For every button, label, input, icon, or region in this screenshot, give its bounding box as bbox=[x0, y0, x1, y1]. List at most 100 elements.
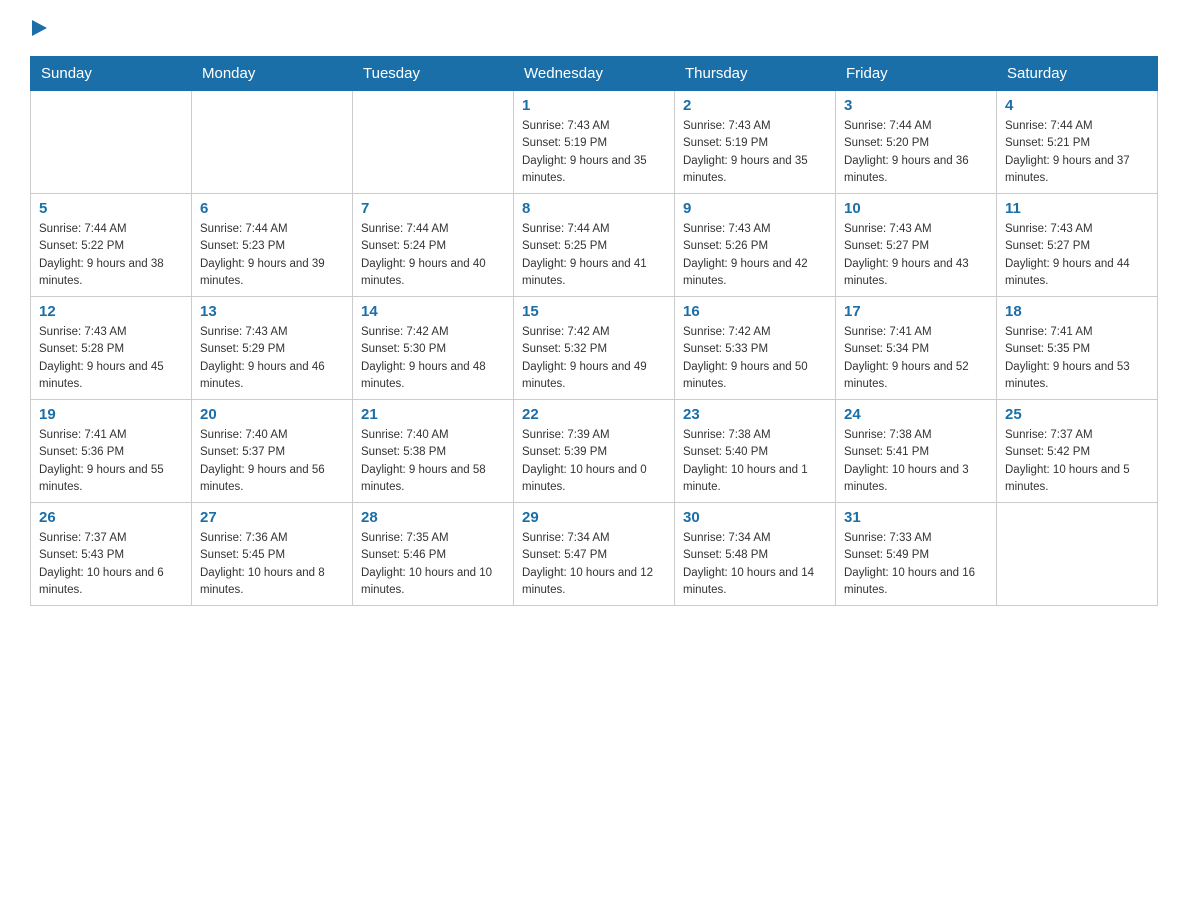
calendar-cell bbox=[353, 91, 514, 194]
calendar-cell: 31 Sunrise: 7:33 AMSunset: 5:49 PMDayligh… bbox=[836, 503, 997, 606]
day-info: Sunrise: 7:43 AMSunset: 5:27 PMDaylight:… bbox=[844, 221, 988, 290]
day-info: Sunrise: 7:36 AMSunset: 5:45 PMDaylight:… bbox=[200, 530, 344, 599]
day-number: 7 bbox=[361, 200, 505, 217]
day-number: 10 bbox=[844, 200, 988, 217]
day-number: 27 bbox=[200, 509, 344, 526]
day-info: Sunrise: 7:35 AMSunset: 5:46 PMDaylight:… bbox=[361, 530, 505, 599]
calendar-cell: 7 Sunrise: 7:44 AMSunset: 5:24 PMDaylight… bbox=[353, 194, 514, 297]
day-info: Sunrise: 7:43 AMSunset: 5:19 PMDaylight:… bbox=[522, 118, 666, 187]
weekday-header-sunday: Sunday bbox=[31, 57, 192, 91]
calendar-cell: 27 Sunrise: 7:36 AMSunset: 5:45 PMDayligh… bbox=[192, 503, 353, 606]
calendar-week-5: 26 Sunrise: 7:37 AMSunset: 5:43 PMDayligh… bbox=[31, 503, 1158, 606]
day-number: 24 bbox=[844, 406, 988, 423]
day-info: Sunrise: 7:34 AMSunset: 5:48 PMDaylight:… bbox=[683, 530, 827, 599]
day-info: Sunrise: 7:37 AMSunset: 5:43 PMDaylight:… bbox=[39, 530, 183, 599]
day-info: Sunrise: 7:43 AMSunset: 5:28 PMDaylight:… bbox=[39, 324, 183, 393]
calendar-cell: 6 Sunrise: 7:44 AMSunset: 5:23 PMDaylight… bbox=[192, 194, 353, 297]
day-number: 26 bbox=[39, 509, 183, 526]
calendar-cell: 1 Sunrise: 7:43 AMSunset: 5:19 PMDaylight… bbox=[514, 91, 675, 194]
day-number: 17 bbox=[844, 303, 988, 320]
day-number: 29 bbox=[522, 509, 666, 526]
day-info: Sunrise: 7:41 AMSunset: 5:35 PMDaylight:… bbox=[1005, 324, 1149, 393]
calendar-cell: 11 Sunrise: 7:43 AMSunset: 5:27 PMDayligh… bbox=[997, 194, 1158, 297]
weekday-header-thursday: Thursday bbox=[675, 57, 836, 91]
weekday-header-wednesday: Wednesday bbox=[514, 57, 675, 91]
day-number: 12 bbox=[39, 303, 183, 320]
day-info: Sunrise: 7:43 AMSunset: 5:29 PMDaylight:… bbox=[200, 324, 344, 393]
day-number: 14 bbox=[361, 303, 505, 320]
calendar-cell bbox=[31, 91, 192, 194]
logo-flag-icon bbox=[32, 20, 47, 36]
calendar-week-2: 5 Sunrise: 7:44 AMSunset: 5:22 PMDaylight… bbox=[31, 194, 1158, 297]
calendar-cell: 28 Sunrise: 7:35 AMSunset: 5:46 PMDayligh… bbox=[353, 503, 514, 606]
page-header bbox=[30, 20, 1158, 36]
calendar-cell bbox=[192, 91, 353, 194]
day-number: 11 bbox=[1005, 200, 1149, 217]
calendar-week-1: 1 Sunrise: 7:43 AMSunset: 5:19 PMDaylight… bbox=[31, 91, 1158, 194]
day-number: 8 bbox=[522, 200, 666, 217]
calendar-cell: 21Sunrise: 7:40 AMSunset: 5:38 PMDayligh… bbox=[353, 400, 514, 503]
day-number: 3 bbox=[844, 97, 988, 114]
day-info: Sunrise: 7:44 AMSunset: 5:24 PMDaylight:… bbox=[361, 221, 505, 290]
day-number: 28 bbox=[361, 509, 505, 526]
weekday-header-friday: Friday bbox=[836, 57, 997, 91]
logo bbox=[30, 20, 49, 36]
calendar-week-3: 12 Sunrise: 7:43 AMSunset: 5:28 PMDayligh… bbox=[31, 297, 1158, 400]
calendar-cell: 16Sunrise: 7:42 AMSunset: 5:33 PMDayligh… bbox=[675, 297, 836, 400]
day-info: Sunrise: 7:44 AMSunset: 5:22 PMDaylight:… bbox=[39, 221, 183, 290]
day-info: Sunrise: 7:43 AMSunset: 5:27 PMDaylight:… bbox=[1005, 221, 1149, 290]
calendar-cell: 10 Sunrise: 7:43 AMSunset: 5:27 PMDayligh… bbox=[836, 194, 997, 297]
day-number: 19 bbox=[39, 406, 183, 423]
weekday-header-monday: Monday bbox=[192, 57, 353, 91]
day-number: 4 bbox=[1005, 97, 1149, 114]
day-info: Sunrise: 7:38 AMSunset: 5:40 PMDaylight:… bbox=[683, 427, 827, 496]
day-number: 25 bbox=[1005, 406, 1149, 423]
day-number: 31 bbox=[844, 509, 988, 526]
day-info: Sunrise: 7:41 AMSunset: 5:36 PMDaylight:… bbox=[39, 427, 183, 496]
day-info: Sunrise: 7:40 AMSunset: 5:37 PMDaylight:… bbox=[200, 427, 344, 496]
calendar-cell: 30Sunrise: 7:34 AMSunset: 5:48 PMDayligh… bbox=[675, 503, 836, 606]
weekday-header-row: SundayMondayTuesdayWednesdayThursdayFrid… bbox=[31, 57, 1158, 91]
day-number: 2 bbox=[683, 97, 827, 114]
day-info: Sunrise: 7:34 AMSunset: 5:47 PMDaylight:… bbox=[522, 530, 666, 599]
calendar-cell: 26 Sunrise: 7:37 AMSunset: 5:43 PMDayligh… bbox=[31, 503, 192, 606]
calendar-cell: 23 Sunrise: 7:38 AMSunset: 5:40 PMDayligh… bbox=[675, 400, 836, 503]
calendar-cell: 22Sunrise: 7:39 AMSunset: 5:39 PMDayligh… bbox=[514, 400, 675, 503]
day-number: 18 bbox=[1005, 303, 1149, 320]
day-info: Sunrise: 7:44 AMSunset: 5:21 PMDaylight:… bbox=[1005, 118, 1149, 187]
calendar-cell: 19 Sunrise: 7:41 AMSunset: 5:36 PMDayligh… bbox=[31, 400, 192, 503]
calendar-cell bbox=[997, 503, 1158, 606]
day-info: Sunrise: 7:40 AMSunset: 5:38 PMDaylight:… bbox=[361, 427, 505, 496]
calendar-cell: 12 Sunrise: 7:43 AMSunset: 5:28 PMDayligh… bbox=[31, 297, 192, 400]
day-info: Sunrise: 7:43 AMSunset: 5:26 PMDaylight:… bbox=[683, 221, 827, 290]
day-info: Sunrise: 7:42 AMSunset: 5:30 PMDaylight:… bbox=[361, 324, 505, 393]
weekday-header-saturday: Saturday bbox=[997, 57, 1158, 91]
day-info: Sunrise: 7:39 AMSunset: 5:39 PMDaylight:… bbox=[522, 427, 666, 496]
calendar-cell: 25 Sunrise: 7:37 AMSunset: 5:42 PMDayligh… bbox=[997, 400, 1158, 503]
calendar-cell: 14 Sunrise: 7:42 AMSunset: 5:30 PMDayligh… bbox=[353, 297, 514, 400]
calendar-table: SundayMondayTuesdayWednesdayThursdayFrid… bbox=[30, 56, 1158, 606]
calendar-week-4: 19 Sunrise: 7:41 AMSunset: 5:36 PMDayligh… bbox=[31, 400, 1158, 503]
day-number: 1 bbox=[522, 97, 666, 114]
day-info: Sunrise: 7:44 AMSunset: 5:25 PMDaylight:… bbox=[522, 221, 666, 290]
day-info: Sunrise: 7:42 AMSunset: 5:32 PMDaylight:… bbox=[522, 324, 666, 393]
day-number: 20 bbox=[200, 406, 344, 423]
calendar-cell: 18 Sunrise: 7:41 AMSunset: 5:35 PMDayligh… bbox=[997, 297, 1158, 400]
day-number: 6 bbox=[200, 200, 344, 217]
day-info: Sunrise: 7:38 AMSunset: 5:41 PMDaylight:… bbox=[844, 427, 988, 496]
weekday-header-tuesday: Tuesday bbox=[353, 57, 514, 91]
day-info: Sunrise: 7:44 AMSunset: 5:20 PMDaylight:… bbox=[844, 118, 988, 187]
calendar-cell: 2 Sunrise: 7:43 AMSunset: 5:19 PMDaylight… bbox=[675, 91, 836, 194]
day-number: 5 bbox=[39, 200, 183, 217]
calendar-cell: 4 Sunrise: 7:44 AMSunset: 5:21 PMDaylight… bbox=[997, 91, 1158, 194]
day-info: Sunrise: 7:37 AMSunset: 5:42 PMDaylight:… bbox=[1005, 427, 1149, 496]
day-number: 9 bbox=[683, 200, 827, 217]
day-info: Sunrise: 7:33 AMSunset: 5:49 PMDaylight:… bbox=[844, 530, 988, 599]
calendar-cell: 3 Sunrise: 7:44 AMSunset: 5:20 PMDaylight… bbox=[836, 91, 997, 194]
day-info: Sunrise: 7:43 AMSunset: 5:19 PMDaylight:… bbox=[683, 118, 827, 187]
calendar-cell: 9 Sunrise: 7:43 AMSunset: 5:26 PMDaylight… bbox=[675, 194, 836, 297]
calendar-cell: 5 Sunrise: 7:44 AMSunset: 5:22 PMDaylight… bbox=[31, 194, 192, 297]
day-number: 23 bbox=[683, 406, 827, 423]
day-info: Sunrise: 7:44 AMSunset: 5:23 PMDaylight:… bbox=[200, 221, 344, 290]
day-number: 15 bbox=[522, 303, 666, 320]
